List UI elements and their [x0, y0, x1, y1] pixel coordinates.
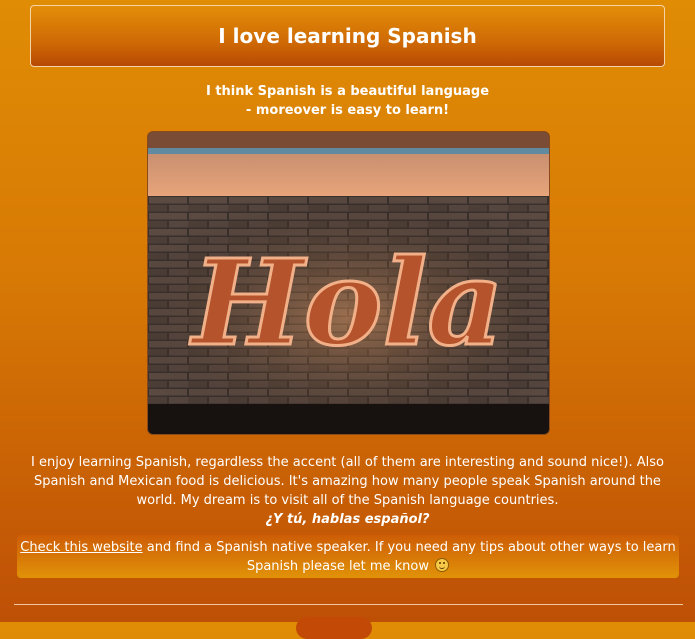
tip-text: and find a Spanish native speaker. If yo… — [142, 540, 676, 574]
website-link[interactable]: Check this website — [20, 540, 142, 555]
bottom-button[interactable] — [296, 617, 372, 639]
tip-box: Check this website and find a Spanish na… — [17, 535, 679, 578]
subtitle-line-2: - moreover is easy to learn! — [245, 103, 450, 118]
question-text: ¿Y tú, hablas español? — [265, 512, 430, 527]
subtitle-line-1: I think Spanish is a beautiful language — [205, 84, 490, 99]
intro-text: I enjoy learning Spanish, regardless the… — [31, 455, 664, 508]
page: I love learning Spanish I think Spanish … — [0, 0, 695, 639]
hola-sign-text: Hola — [189, 233, 503, 372]
smiley-icon — [435, 558, 450, 572]
hola-sign-photo: Hola — [147, 131, 550, 435]
intro-paragraph: I enjoy learning Spanish, regardless the… — [22, 453, 673, 529]
divider — [14, 604, 683, 605]
title-banner: I love learning Spanish — [30, 5, 665, 67]
page-title: I love learning Spanish — [218, 24, 477, 48]
subtitle: I think Spanish is a beautiful language … — [0, 82, 695, 120]
